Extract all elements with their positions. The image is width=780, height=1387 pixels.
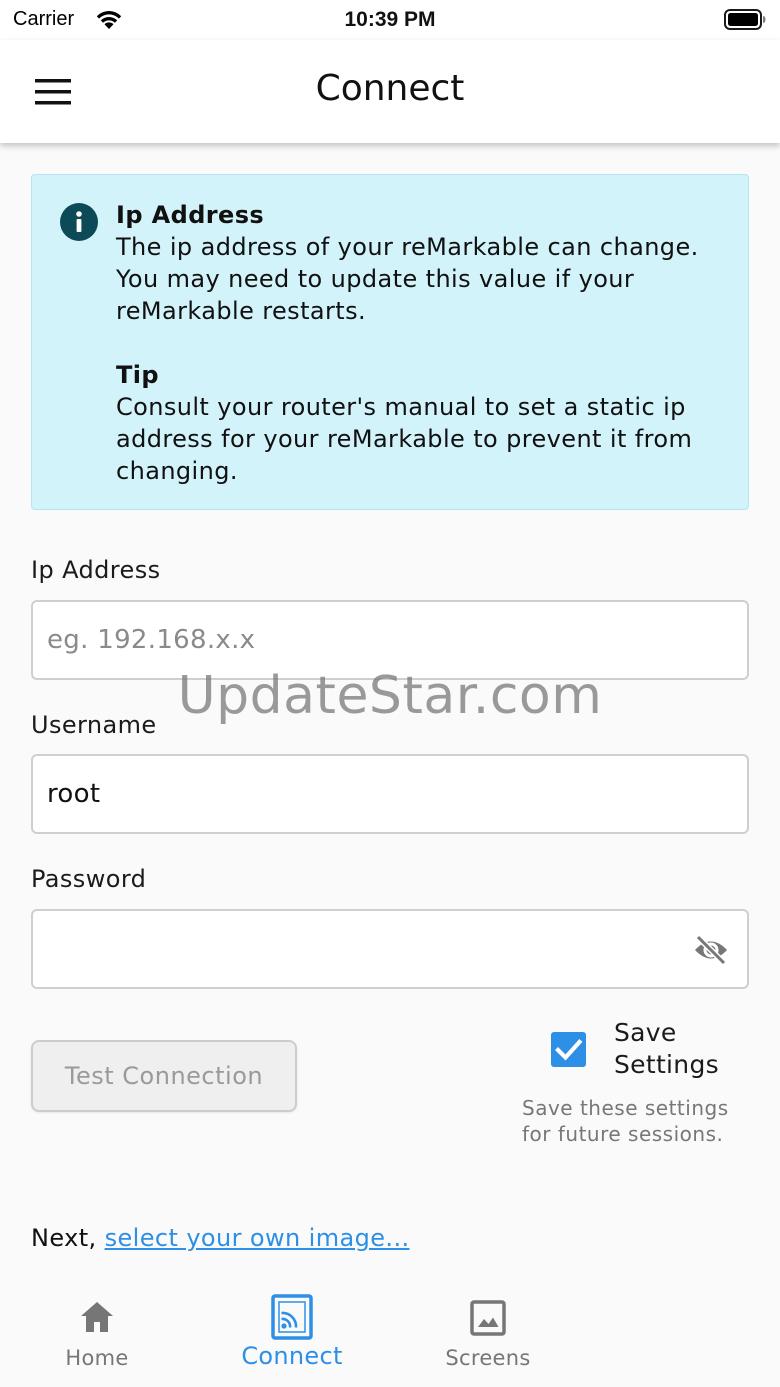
save-settings-label: Save Settings — [614, 1018, 719, 1079]
nav-screens-label: Screens — [445, 1346, 531, 1370]
app-bar: Connect — [0, 40, 780, 143]
password-field-box — [31, 909, 749, 989]
nav-connect-label: Connect — [241, 1342, 343, 1370]
password-label: Password — [31, 865, 147, 893]
username-field-box — [31, 754, 749, 834]
username-input[interactable] — [47, 756, 687, 832]
page-title: Connect — [315, 68, 465, 109]
next-prefix: Next, — [31, 1224, 105, 1252]
clock: 10:39 PM — [344, 8, 436, 31]
info-heading-tip: Tip — [116, 361, 159, 389]
status-bar: Carrier 10:39 PM — [0, 0, 780, 40]
image-icon — [470, 1300, 506, 1336]
save-settings-hint: Save these settings for future sessions. — [522, 1096, 729, 1146]
info-body-ip: The ip address of your reMarkable can ch… — [116, 233, 699, 325]
info-icon — [60, 203, 98, 241]
info-text: Ip Address The ip address of your reMark… — [116, 199, 726, 487]
ip-address-label: Ip Address — [31, 556, 161, 584]
save-settings-checkbox[interactable] — [551, 1032, 586, 1067]
info-heading-ip: Ip Address — [116, 201, 265, 229]
username-label: Username — [31, 711, 157, 739]
ip-address-input[interactable] — [47, 602, 687, 678]
checkmark-icon — [555, 1039, 583, 1061]
battery-icon — [724, 9, 766, 30]
password-input[interactable] — [47, 911, 687, 987]
nav-home-label: Home — [65, 1346, 129, 1370]
next-step-text: Next, select your own image... — [31, 1224, 410, 1252]
eye-off-icon[interactable] — [693, 933, 729, 967]
select-image-link[interactable]: select your own image... — [105, 1224, 410, 1252]
nav-connect[interactable]: Connect — [212, 1280, 372, 1387]
nav-screens[interactable]: Screens — [408, 1280, 568, 1387]
info-body-tip: Consult your router's manual to set a st… — [116, 393, 693, 485]
cast-connected-icon — [271, 1294, 313, 1340]
bottom-navigation: Home Connect Screens — [0, 1280, 780, 1387]
nav-home[interactable]: Home — [17, 1280, 177, 1387]
info-banner: Ip Address The ip address of your reMark… — [31, 174, 749, 510]
ip-address-field-box — [31, 600, 749, 680]
home-icon — [81, 1302, 113, 1332]
test-connection-button[interactable]: Test Connection — [31, 1040, 297, 1112]
